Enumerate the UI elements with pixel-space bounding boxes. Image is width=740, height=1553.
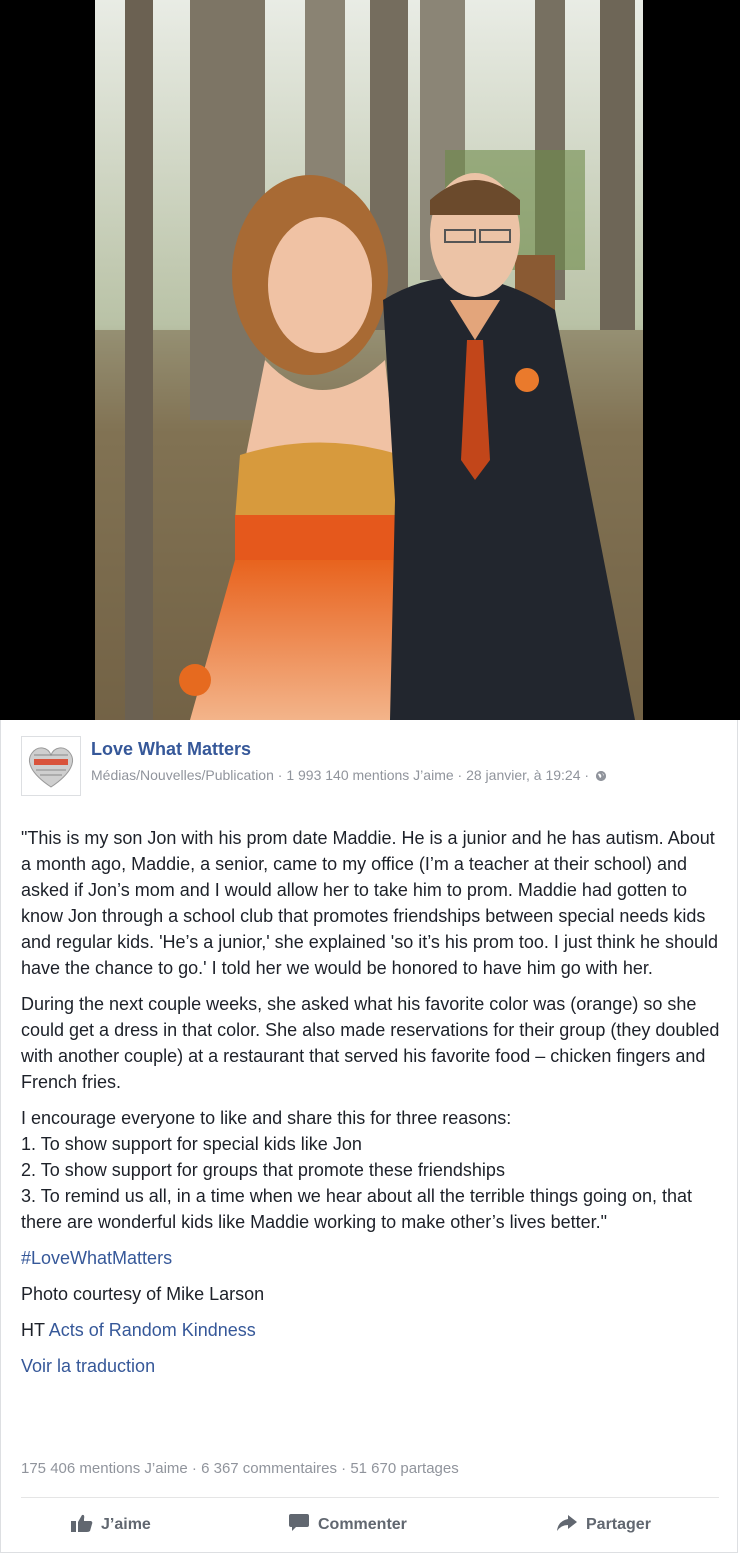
page-name-link[interactable]: Love What Matters <box>91 739 251 760</box>
ht-line: HT Acts of Random Kindness <box>21 1317 721 1343</box>
page-avatar[interactable] <box>21 736 81 796</box>
hashtag-link[interactable]: #LoveWhatMatters <box>21 1248 172 1268</box>
post-body: "This is my son Jon with his prom date M… <box>21 825 721 1389</box>
post-paragraph: I encourage everyone to like and share t… <box>21 1108 693 1232</box>
post-meta-text: Médias/Nouvelles/Publication · 1 993 140… <box>91 767 590 783</box>
see-translation-link[interactable]: Voir la traduction <box>21 1356 155 1376</box>
post-actions-bar: J’aime Commenter Partager <box>21 1510 719 1540</box>
post-stats[interactable]: 175 406 mentions J’aime · 6 367 commenta… <box>21 1460 459 1477</box>
photo-credit: Photo courtesy of Mike Larson <box>21 1284 265 1304</box>
like-button[interactable]: J’aime <box>71 1510 151 1540</box>
post-photo-frame <box>0 0 740 720</box>
post-paragraph: "This is my son Jon with his prom date M… <box>21 828 719 978</box>
post-paragraph: During the next couple weeks, she asked … <box>21 994 720 1092</box>
share-arrow-icon <box>556 1514 578 1537</box>
share-button[interactable]: Partager <box>556 1510 651 1540</box>
comment-label: Commenter <box>318 1516 407 1533</box>
like-label: J’aime <box>101 1516 151 1533</box>
ht-prefix: HT <box>21 1320 45 1340</box>
post-meta: Médias/Nouvelles/Publication · 1 993 140… <box>91 765 731 785</box>
globe-icon[interactable] <box>595 771 606 782</box>
actions-divider <box>21 1497 719 1498</box>
comment-button[interactable]: Commenter <box>288 1510 407 1540</box>
post-photo[interactable] <box>95 0 643 720</box>
ht-page-link[interactable]: Acts of Random Kindness <box>49 1320 256 1340</box>
speech-bubble-icon <box>288 1513 310 1537</box>
post-card: Love What Matters Médias/Nouvelles/Publi… <box>0 720 738 1553</box>
share-label: Partager <box>586 1516 651 1533</box>
heart-logo-icon <box>28 747 74 788</box>
thumbs-up-icon <box>71 1514 93 1537</box>
